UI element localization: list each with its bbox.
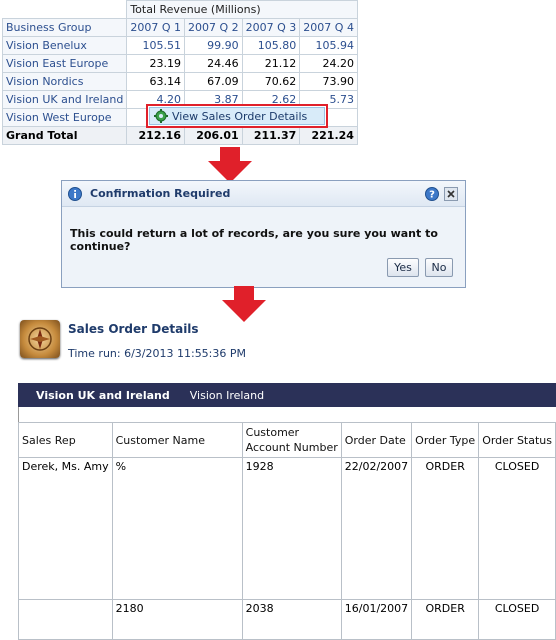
cell-value[interactable]: 105.80 [241,36,301,55]
order-type-cell: ORDER [411,599,480,640]
confirmation-dialog: Confirmation Required ? This could retur… [61,180,466,288]
col-header[interactable]: 2007 Q 4 [299,18,358,37]
order-status-cell: CLOSED [478,457,556,600]
column-header: Sales Rep [18,422,113,458]
cell-value[interactable]: 105.51 [126,36,185,55]
total-value: 212.16 [126,126,185,145]
cell-value[interactable]: 99.90 [183,36,243,55]
customer-name-cell: 2180 [111,599,243,640]
subsection-title: Vision Ireland [189,388,265,402]
account-number-cell: 1928 [241,457,342,600]
column-header: Order Date [340,422,413,458]
cell-value[interactable]: 24.20 [299,54,358,73]
col-header[interactable]: 2007 Q 3 [241,18,301,37]
time-run: Time run: 6/3/2013 11:55:36 PM [68,347,247,360]
table-row: Vision East Europe 23.19 24.46 21.12 24.… [1,54,358,73]
order-type-cell: ORDER [411,457,480,600]
no-button[interactable]: No [425,258,453,277]
order-date-cell: 22/02/2007 [340,457,413,600]
col-header[interactable]: 2007 Q 1 [126,18,185,37]
row-label[interactable]: Vision West Europe [1,108,128,127]
menu-item-view-sales-order-details[interactable]: View Sales Order Details [149,107,325,125]
row-label[interactable]: Vision UK and Ireland [1,90,128,109]
cell-value[interactable]: 21.12 [241,54,301,73]
total-row: Grand Total 212.16 206.01 211.37 221.24 [1,126,358,145]
row-header[interactable]: Business Group [1,18,128,37]
column-header: Order Type [411,422,480,458]
total-label: Grand Total [1,126,128,145]
section-title: Vision UK and Ireland [36,388,170,402]
sales-order-table: Sales Rep Customer Name Customer Account… [18,422,556,640]
order-status-cell: CLOSED [478,599,556,640]
column-header: Customer Name [111,422,243,458]
dialog-titlebar: Confirmation Required ? [62,181,465,207]
info-icon [68,186,82,201]
row-label[interactable]: Vision Nordics [1,72,128,91]
cell-value[interactable]: 105.94 [299,36,358,55]
dialog-message: This could return a lot of records, are … [70,227,438,253]
total-value: 206.01 [183,126,243,145]
svg-text:?: ? [429,190,435,201]
column-header: Order Status [478,422,556,458]
cell-value[interactable]: 73.90 [299,72,358,91]
table-row: Vision Benelux 105.51 99.90 105.80 105.9… [1,36,358,55]
close-icon[interactable] [444,187,458,201]
column-header: Customer Account Number [241,422,342,458]
context-menu: View Sales Order Details [146,104,328,128]
sales-rep-cell [18,599,113,640]
compass-report-icon [20,320,60,358]
table-row: 2180 2038 16/01/2007 ORDER CLOSED [18,599,556,640]
menu-item-label: View Sales Order Details [172,109,308,123]
row-label[interactable]: Vision Benelux [1,36,128,55]
column-header-line: Customer [245,426,300,439]
down-arrow-icon [208,147,252,183]
customer-name-cell: % [111,457,243,600]
section-bar: Vision UK and Ireland Vision Ireland [18,383,556,407]
row-label[interactable]: Vision East Europe [1,54,128,73]
table-row: Vision Nordics 63.14 67.09 70.62 73.90 [1,72,358,91]
account-number-cell: 2038 [241,599,342,640]
table-row: Derek, Ms. Amy % 1928 22/02/2007 ORDER C… [18,457,556,600]
dialog-title: Confirmation Required [90,187,231,200]
cell-value[interactable]: 23.19 [126,54,185,73]
down-arrow-icon [222,286,266,322]
gear-icon [154,109,168,123]
cell-value[interactable]: 70.62 [241,72,301,91]
total-value: 211.37 [241,126,301,145]
cell-value[interactable]: 63.14 [126,72,185,91]
sales-rep-cell: Derek, Ms. Amy [18,457,113,600]
yes-button[interactable]: Yes [387,258,419,277]
cell-value[interactable]: 24.46 [183,54,243,73]
order-date-cell: 16/01/2007 [340,599,413,640]
help-icon[interactable]: ? [425,187,439,201]
col-header[interactable]: 2007 Q 2 [183,18,243,37]
column-header-line: Account Number [245,441,338,454]
cell-value[interactable]: 67.09 [183,72,243,91]
pivot-title: Total Revenue (Millions) [126,0,358,19]
total-value: 221.24 [299,126,358,145]
